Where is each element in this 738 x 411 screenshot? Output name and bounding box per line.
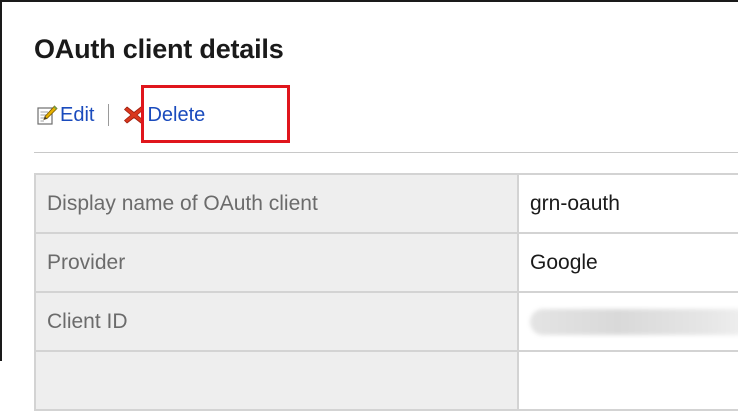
row-value: Google (517, 232, 738, 293)
toolbar: Edit Delete (34, 93, 205, 137)
table-row: Client ID (34, 291, 738, 352)
row-value (517, 350, 738, 411)
edit-button[interactable]: Edit (36, 104, 94, 127)
edit-pencil-icon (36, 104, 58, 126)
row-label: Provider (34, 232, 519, 293)
delete-button[interactable]: Delete (123, 104, 205, 127)
row-label: Client ID (34, 291, 519, 352)
table-row: Display name of OAuth client grn-oauth (34, 173, 738, 234)
row-label: Display name of OAuth client (34, 173, 519, 234)
page-title: OAuth client details (34, 34, 284, 64)
details-table: Display name of OAuth client grn-oauth P… (34, 173, 738, 411)
red-x-icon (123, 104, 145, 126)
page-frame: OAuth client details Edit Delete Display… (0, 0, 738, 411)
row-value: grn-oauth (517, 173, 738, 234)
toolbar-divider (108, 104, 110, 126)
table-row: Provider Google (34, 232, 738, 293)
divider (34, 152, 738, 153)
row-label (34, 350, 519, 411)
delete-label: Delete (147, 103, 206, 126)
table-row (34, 350, 738, 411)
edit-label: Edit (60, 103, 95, 126)
redacted-client-id (530, 308, 738, 335)
row-value (517, 291, 738, 352)
